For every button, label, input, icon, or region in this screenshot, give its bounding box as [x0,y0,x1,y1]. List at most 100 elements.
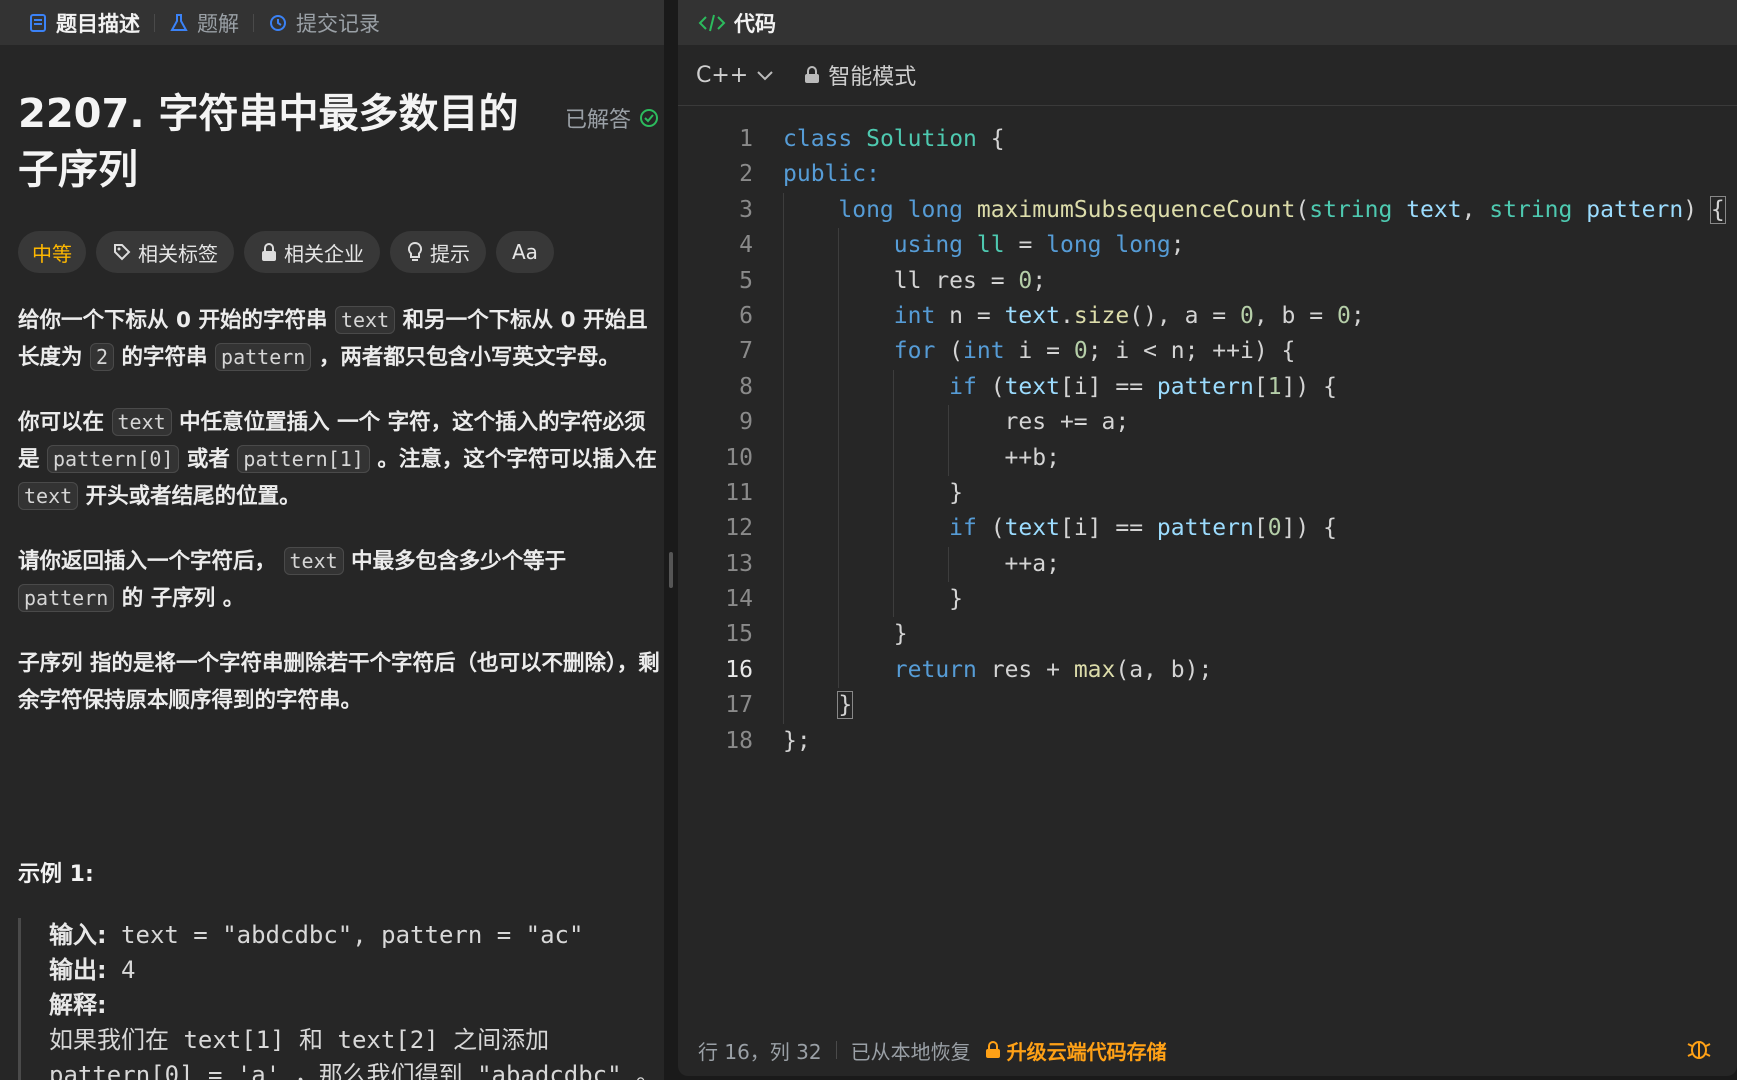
inline-code: pattern[1] [237,445,370,473]
desc-text: 指的是将一个字符串删除若干个字符后（也可以不删除），剩余字符保持原本顺序得到的字… [18,651,660,713]
line-number: 1 [739,126,753,152]
cursor-position: 行 16，列 32 [698,1039,822,1064]
status-divider [835,1041,837,1059]
tab-solutions[interactable]: 题解 [155,0,253,45]
line-number: 13 [725,550,753,577]
debug-icon[interactable] [1685,1034,1713,1062]
lock-icon [262,243,276,261]
tab-solutions-label: 题解 [197,11,239,36]
code-text: long long maximumSubsequenceCount(string… [753,192,1726,229]
lightbulb-icon [407,241,423,261]
tab-submissions[interactable]: 提交记录 [254,0,394,45]
code-line: 5 ll res = 0; [678,263,1737,299]
line-number: 14 [725,586,753,613]
tab-description[interactable]: 题目描述 [14,0,154,45]
code-text: } [753,475,963,512]
related-tags-label: 相关标签 [138,241,218,266]
desc-emphasis: 一个 [337,410,381,435]
desc-paragraph-1: 给你一个下标从 0 开始的字符串 text 和另一个下标从 0 开始且长度为 2… [18,302,664,376]
code-line-current: 16 return res + max(a, b); [678,652,1737,689]
code-line: 11 } [678,475,1737,512]
desc-paragraph-4: 子序列 指的是将一个字符串删除若干个字符后（也可以不删除），剩余字符保持原本顺序… [18,645,664,719]
line-number: 12 [725,515,753,542]
check-circle-icon [640,109,659,127]
code-line: 15 } [678,617,1737,653]
example-output: 输出: 4 [49,953,664,988]
desc-text: 给你一个下标从 [18,308,176,333]
line-number: 5 [739,267,753,294]
code-line: 4 using ll = long long; [678,228,1737,264]
desc-text: 和另一个下标从 [395,308,561,333]
desc-text: ，两者都只包含小写英文字母。 [311,345,620,370]
line-number: 4 [739,232,753,259]
problem-description: 给你一个下标从 0 开始的字符串 text 和另一个下标从 0 开始且长度为 2… [18,302,664,747]
desc-text: 开始的字符串 [190,308,335,333]
code-icon [698,14,726,31]
code-panel-title: 代码 [734,11,776,36]
code-line: 17 } [678,688,1737,724]
lock-icon [805,66,820,83]
inline-code: pattern [215,343,312,371]
code-editor[interactable]: 1 class Solution { 2 public: 3 long long m… [678,122,1737,759]
left-tab-bar: 题目描述 题解 提交记录 [0,0,664,45]
desc-paragraph-2: 你可以在 text 中任意位置插入 一个 字符，这个插入的字符必须是 patte… [18,404,664,515]
line-number: 16 [725,656,753,683]
tag-icon [114,244,131,261]
desc-text: 的字符串 [114,345,216,370]
code-text: public: [783,161,880,188]
panel-splitter[interactable] [664,0,678,1080]
explain-label: 解释: [49,991,107,1019]
editor-toolbar: C++ 智能模式 [678,45,1737,106]
title-line-2: 子序列 [18,147,138,193]
upgrade-cloud-storage-link[interactable]: 升级云端代码存储 [985,1036,1167,1065]
desc-text: 请你返回插入一个字符后， [18,549,284,574]
explain-text: 如果我们在 text[1] 和 text[2] 之间添加 [49,1026,550,1054]
line-number: 18 [725,727,753,754]
desc-emphasis: 子序列 [18,651,83,676]
code-text: ++a; [753,546,1060,583]
line-number: 11 [725,479,753,506]
related-companies-label: 相关企业 [284,241,364,266]
output-value: 4 [106,956,136,984]
related-tags-button[interactable]: 相关标签 [96,231,234,273]
example-title: 示例 1: [18,862,94,887]
tab-description-label: 题目描述 [56,11,140,36]
code-line: 10 ++b; [678,440,1737,476]
code-text: res += a; [753,405,1129,441]
code-text: if (text[i] == pattern[0]) { [753,511,1337,547]
code-line: 7 for (int i = 0; i < n; ++i) { [678,334,1737,370]
smart-mode-label: 智能模式 [828,65,917,90]
code-text: using ll = long long; [753,228,1185,264]
editor-status-bar: 行 16，列 32 已从本地恢复 升级云端代码存储 [678,1024,1737,1076]
inline-code: pattern[0] [47,445,180,473]
line-number: 15 [725,621,753,648]
inline-code: 2 [90,343,115,371]
code-line: 18}; [678,724,1737,759]
hint-button[interactable]: 提示 [390,231,486,273]
explain-text: pattern[0] = 'a' ，那么我们得到 "abadcdbc" 。 [49,1061,661,1080]
problem-panel: 题目描述 题解 提交记录 2207. 字符串中最多数目的 子序列 已解答 中等 … [0,0,664,1080]
code-line: 2 public: [678,157,1737,192]
line-number: 3 [739,196,753,223]
line-number: 2 [739,161,753,188]
related-companies-button[interactable]: 相关企业 [244,231,380,273]
language-select[interactable]: C++ [696,63,774,88]
desc-text: 的 [114,586,151,611]
code-line: 13 ++a; [678,546,1737,583]
line-number: 8 [739,373,753,400]
history-icon [270,14,286,31]
splitter-grip[interactable] [669,552,673,588]
smart-mode-toggle[interactable]: 智能模式 [804,59,916,91]
line-number: 10 [725,444,753,471]
example-input: 输入: text = "abdcdbc", pattern = "ac" [49,918,664,953]
hint-label: 提示 [430,241,470,266]
input-label: 输入: [49,921,107,949]
desc-text: 0 [176,308,191,333]
font-size-button[interactable]: Aa [496,231,554,273]
desc-text: 。注意，这个字符可以插入在 [369,447,657,472]
code-panel: 代码 C++ 智能模式 1 class Solution { 2 public: 3… [678,0,1737,1076]
line-number: 6 [739,302,753,329]
code-text: ll res = 0; [753,263,1046,299]
code-line: 9 res += a; [678,405,1737,441]
inline-code: text [334,306,396,334]
